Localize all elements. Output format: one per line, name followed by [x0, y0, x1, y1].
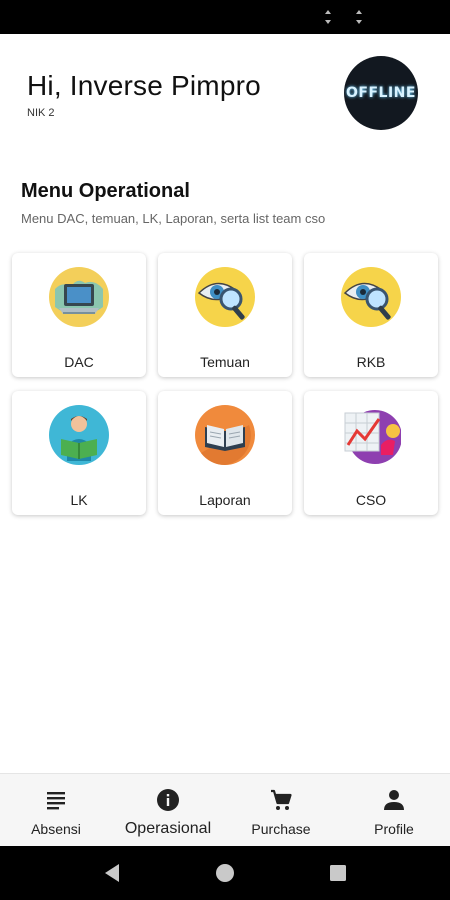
- home-icon[interactable]: [214, 862, 236, 884]
- eye-magnifier-icon: [341, 267, 401, 327]
- menu-card-laporan[interactable]: Laporan: [158, 391, 292, 515]
- menu-card-label: Laporan: [199, 492, 251, 508]
- menu-card-rkb[interactable]: RKB: [304, 253, 438, 377]
- nav-label: Profile: [374, 821, 414, 837]
- nav-item-profile[interactable]: Profile: [338, 774, 450, 847]
- info-icon: [157, 789, 179, 811]
- nav-item-operasional[interactable]: Operasional: [112, 774, 224, 847]
- section-title: Menu Operational: [21, 180, 190, 202]
- header: Hi, Inverse Pimpro NIK 2 OFFLINE: [0, 34, 450, 164]
- book-icon: [195, 405, 255, 465]
- status-bar: [0, 0, 450, 34]
- reader-icon: [49, 405, 109, 465]
- eye-magnifier-icon: [195, 267, 255, 327]
- recents-icon[interactable]: [327, 862, 349, 884]
- chart-presentation-icon: [344, 410, 401, 464]
- app-screen: Hi, Inverse Pimpro NIK 2 OFFLINE Menu Op…: [0, 0, 450, 900]
- menu-card-temuan[interactable]: Temuan: [158, 253, 292, 377]
- computer-icon: [49, 267, 109, 327]
- nav-label: Absensi: [31, 821, 81, 837]
- menu-card-label: LK: [70, 492, 88, 508]
- menu-card-label: DAC: [64, 354, 94, 370]
- avatar-logo-text: OFFLINE: [346, 85, 416, 101]
- nav-label: Operasional: [124, 820, 212, 837]
- nav-item-purchase[interactable]: Purchase: [225, 774, 337, 847]
- nik-text: NIK 2: [27, 107, 55, 119]
- data-arrows-icon: [356, 10, 362, 24]
- menu-card-cso[interactable]: CSO: [304, 391, 438, 515]
- nav-item-absensi[interactable]: Absensi: [0, 774, 112, 847]
- signal-arrows-icon: [325, 10, 331, 24]
- cart-icon: [271, 789, 292, 810]
- menu-card-label: CSO: [355, 492, 387, 508]
- person-icon: [384, 790, 404, 810]
- avatar[interactable]: OFFLINE: [344, 56, 418, 130]
- section-subtitle: Menu DAC, temuan, LK, Laporan, serta lis…: [21, 211, 326, 226]
- menu-card-label: RKB: [356, 354, 386, 370]
- system-navigation-bar: [0, 846, 450, 900]
- nav-label: Purchase: [251, 821, 311, 837]
- menu-card-dac[interactable]: DAC: [12, 253, 146, 377]
- menu-card-label: Temuan: [200, 354, 250, 370]
- bottom-navigation: Absensi Operasional Purchase Profile: [0, 773, 450, 846]
- greeting-text: Hi, Inverse Pimpro: [27, 70, 261, 101]
- list-icon: [47, 792, 65, 810]
- menu-card-lk[interactable]: LK: [12, 391, 146, 515]
- back-icon[interactable]: [101, 862, 123, 884]
